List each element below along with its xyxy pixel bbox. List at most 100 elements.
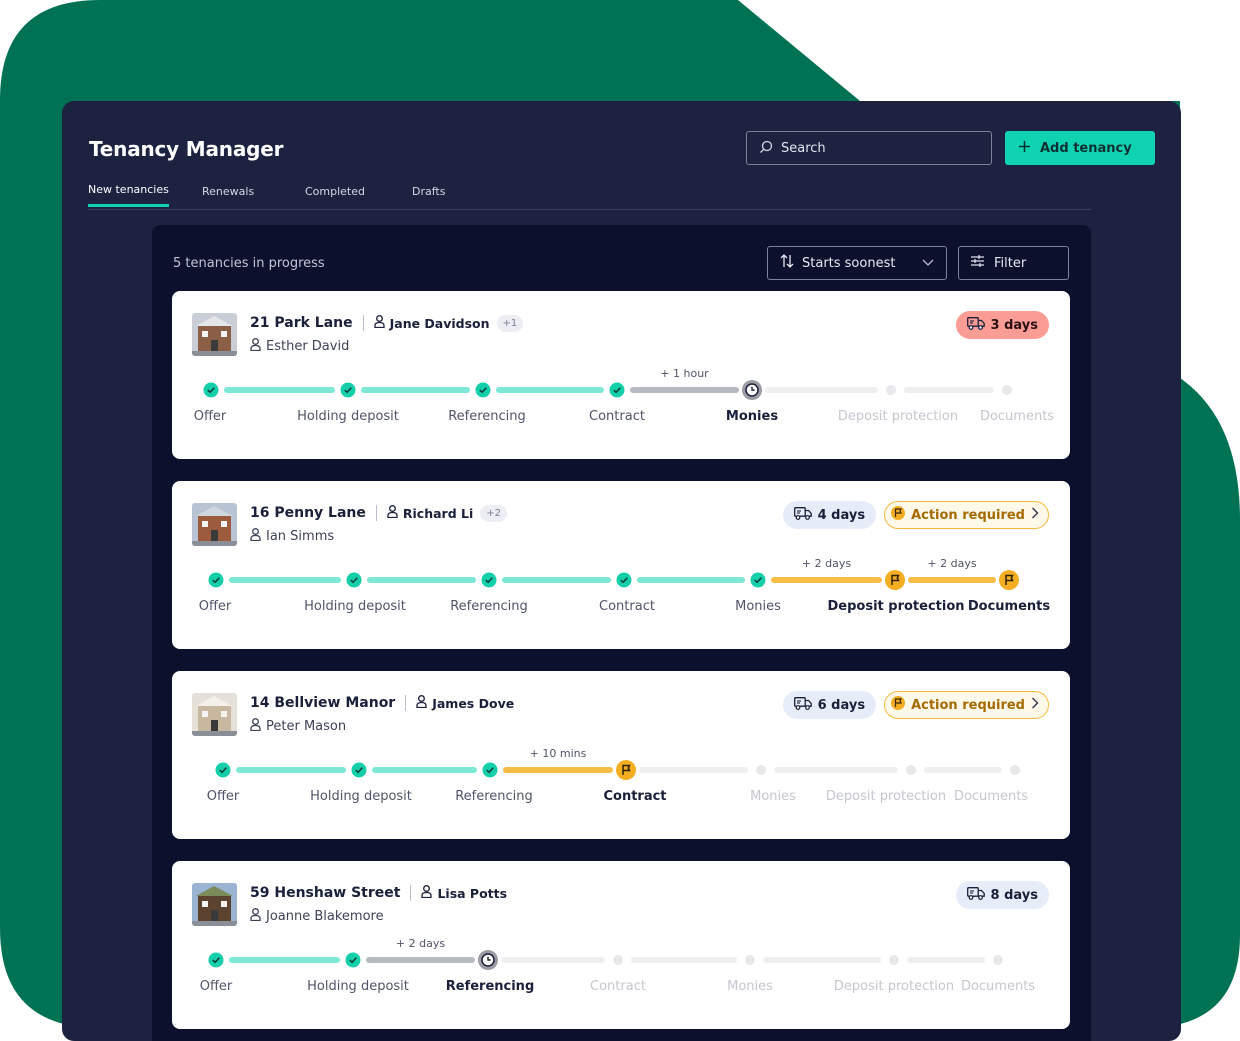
stage-label: Documents [979, 409, 1055, 424]
status-badges: 3 days [955, 311, 1049, 339]
lead-tenant: Jane Davidson [373, 315, 490, 331]
divider [362, 315, 364, 331]
progress-segment [908, 577, 996, 583]
days-value: 3 days [990, 317, 1038, 333]
progress-segment [366, 957, 475, 963]
stage-label: Documents [960, 979, 1036, 994]
stage-label: Monies [725, 409, 779, 424]
lead-tenant: James Dove [416, 695, 514, 711]
stage-delay: + 10 mins [529, 747, 587, 760]
stage-pending-dot [613, 955, 623, 965]
stage-label: Deposit protection [825, 789, 947, 804]
tenancy-card[interactable]: 59 Henshaw Street Lisa Potts Joanne Blakem… [172, 861, 1070, 1029]
clock-icon [478, 950, 498, 970]
flag-icon [885, 570, 905, 590]
stage-label: Referencing [445, 979, 535, 994]
search-input[interactable]: Search [746, 131, 992, 165]
check-icon [340, 382, 356, 398]
tenancy-count: 5 tenancies in progress [173, 256, 325, 271]
person-icon [421, 885, 433, 901]
agent-row: Peter Mason [250, 718, 346, 735]
divider [410, 885, 412, 901]
van-icon [966, 316, 985, 334]
tab-renewals[interactable]: Renewals [202, 185, 254, 206]
progress-segment [229, 577, 341, 583]
flag-icon [891, 696, 906, 714]
action-required-button[interactable]: Action required [884, 691, 1049, 719]
stage-label: Documents [967, 599, 1051, 614]
stage-label: Holding deposit [310, 789, 412, 804]
lead-tenant: Lisa Potts [421, 885, 507, 901]
tenancy-header: 21 Park Lane Jane Davidson +1 [250, 313, 524, 333]
property-address[interactable]: 16 Penny Lane [250, 505, 366, 521]
check-icon [346, 572, 362, 588]
sort-icon [780, 254, 794, 272]
stage-label: Offer [193, 409, 227, 424]
property-address[interactable]: 21 Park Lane [250, 315, 353, 331]
stage-pending-dot [993, 955, 1003, 965]
sort-label: Starts soonest [802, 255, 896, 271]
divider [405, 695, 407, 711]
days-value: 6 days [817, 697, 866, 713]
progress-segment [774, 767, 898, 773]
tab-completed[interactable]: Completed [305, 185, 365, 206]
stage-pending-dot [886, 385, 896, 395]
move-in-countdown-badge: 8 days [955, 881, 1049, 909]
agent-row: Joanne Blakemore [250, 908, 384, 925]
filter-button[interactable]: Filter [958, 246, 1069, 280]
stage-label: Monies [750, 789, 796, 804]
add-tenancy-button[interactable]: Add tenancy [1005, 131, 1155, 165]
stage-label: Contract [589, 409, 645, 424]
check-icon [345, 952, 361, 968]
tenancy-card[interactable]: 16 Penny Lane Richard Li +2 Ian Simms 4 days… [172, 481, 1070, 649]
stage-pending-dot [1010, 765, 1020, 775]
app-window: Tenancy Manager Search Add tenancy New t… [62, 101, 1181, 1041]
tab-drafts[interactable]: Drafts [412, 185, 445, 206]
person-icon [373, 315, 385, 331]
plus-icon [1019, 140, 1030, 156]
tenancy-list-panel: 5 tenancies in progress Starts soonest F… [152, 225, 1091, 1041]
progress-segment [907, 957, 985, 963]
tenancy-card[interactable]: 14 Bellview Manor James Dove Peter Mason 6 … [172, 671, 1070, 839]
person-icon [250, 528, 261, 545]
progress-segment [229, 957, 340, 963]
check-icon [351, 762, 367, 778]
check-icon [616, 572, 632, 588]
tenancy-header: 14 Bellview Manor James Dove [250, 693, 514, 713]
agent-name: Ian Simms [266, 529, 335, 544]
status-badges: 8 days [955, 881, 1049, 909]
check-icon [750, 572, 766, 588]
property-address[interactable]: 59 Henshaw Street [250, 885, 400, 901]
person-icon [250, 338, 261, 355]
tab-new-tenancies[interactable]: New tenancies [88, 183, 169, 207]
agent-name: Peter Mason [266, 719, 347, 734]
progress-segment [924, 767, 1002, 773]
filter-icon [971, 255, 984, 271]
tenancy-card[interactable]: 21 Park Lane Jane Davidson +1 Esther David 3… [172, 291, 1070, 459]
stage-label: Holding deposit [297, 409, 399, 424]
progress-segment [631, 957, 737, 963]
sort-dropdown[interactable]: Starts soonest [767, 246, 947, 280]
tenancy-header: 59 Henshaw Street Lisa Potts [250, 883, 507, 903]
agent-row: Esther David [250, 338, 349, 355]
property-address[interactable]: 14 Bellview Manor [250, 695, 395, 711]
chevron-right-icon [1031, 507, 1039, 523]
stage-label: Deposit protection [833, 979, 955, 994]
progress-segment [503, 767, 613, 773]
stage-label: Referencing [448, 409, 526, 424]
check-icon [475, 382, 491, 398]
page-title: Tenancy Manager [89, 137, 284, 161]
stage-pending-dot [745, 955, 755, 965]
status-badges: 4 days Action required [782, 501, 1049, 529]
move-in-countdown-badge: 4 days [782, 501, 877, 529]
check-icon [482, 762, 498, 778]
check-icon [208, 572, 224, 588]
stage-pending-dot [1002, 385, 1012, 395]
progress-segment [372, 767, 477, 773]
stage-label: Offer [206, 789, 240, 804]
action-required-button[interactable]: Action required [884, 501, 1049, 529]
progress-segment [765, 387, 878, 393]
stage-label: Contract [599, 599, 655, 614]
progress-segment [502, 577, 611, 583]
chevron-right-icon [1031, 697, 1039, 713]
